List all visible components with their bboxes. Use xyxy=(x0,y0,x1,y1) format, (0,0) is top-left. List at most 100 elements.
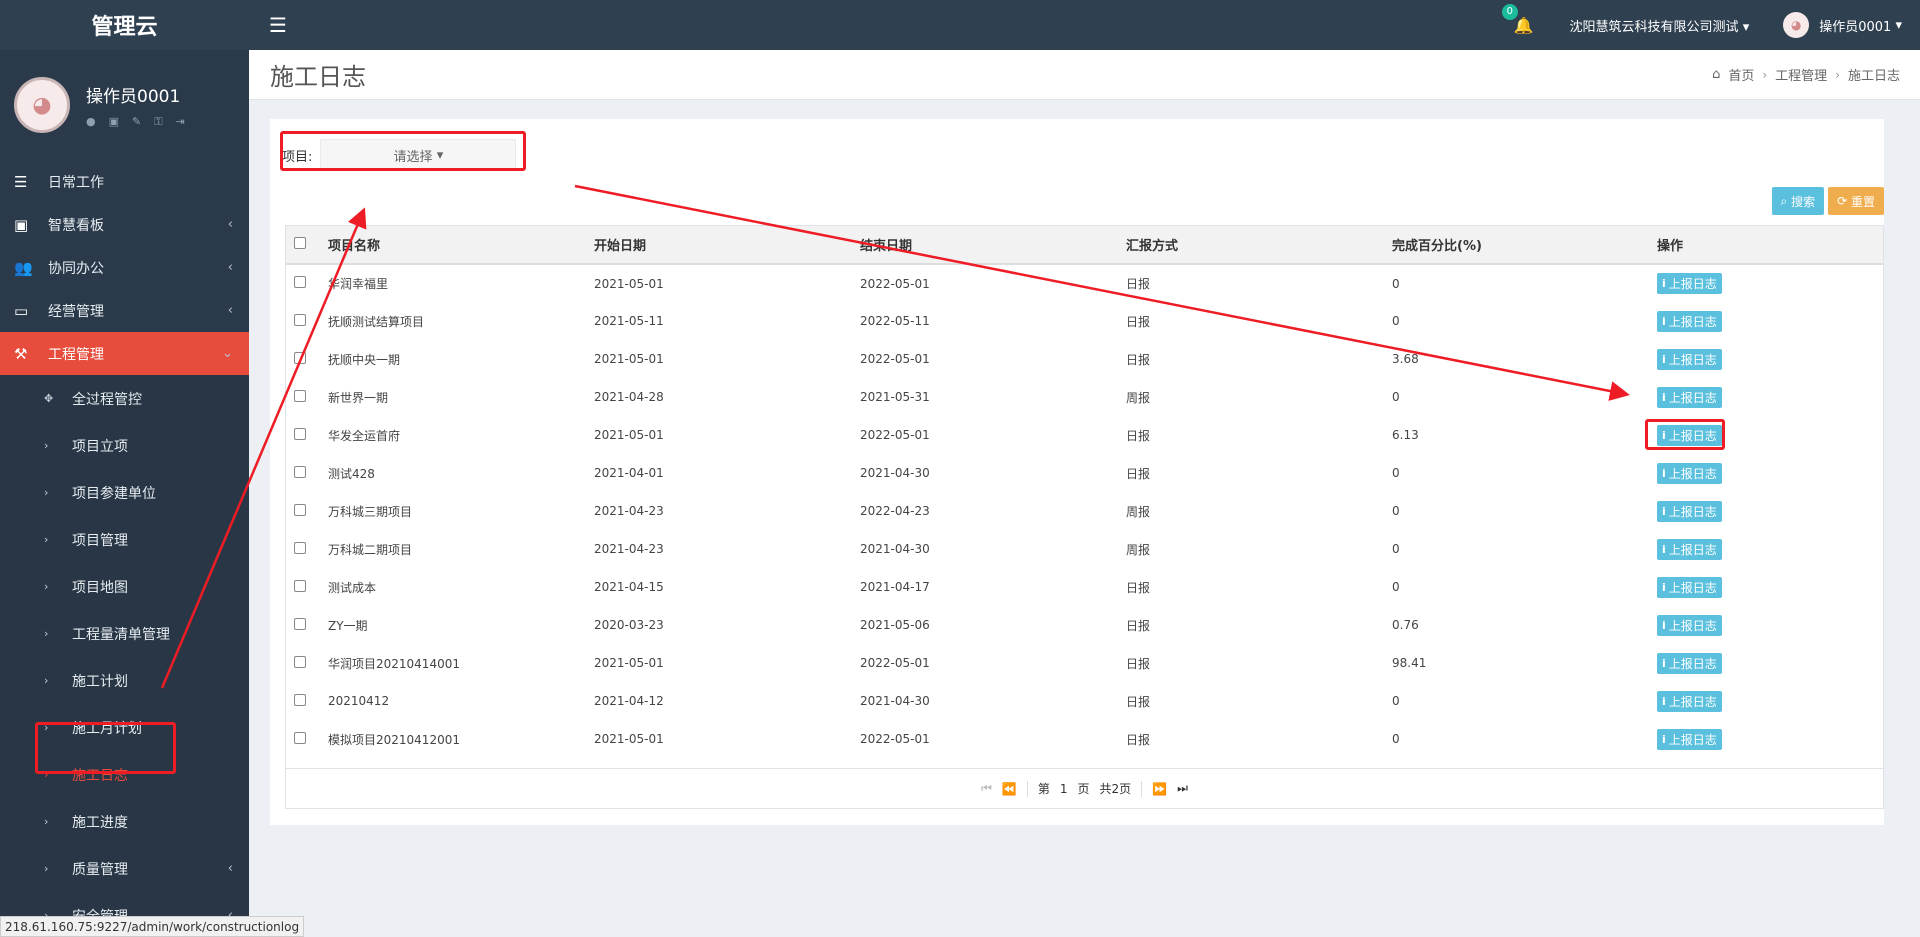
profile-icon[interactable]: ● xyxy=(86,115,96,129)
sidebar-item-3[interactable]: ▭ 经营管理 ‹ xyxy=(0,289,249,332)
sidebar-item-0[interactable]: ☰ 日常工作 xyxy=(0,160,249,203)
header-report-mode[interactable]: 汇报方式 xyxy=(1126,226,1392,265)
action-buttons: ⌕ 搜索 ⟳ 重置 xyxy=(1771,187,1884,215)
breadcrumb-home[interactable]: 首页 xyxy=(1728,65,1754,84)
report-log-button[interactable]: i 上报日志 xyxy=(1657,500,1722,522)
sidebar-subitem-2[interactable]: › 项目参建单位 xyxy=(0,469,249,516)
key-icon[interactable]: ⚿ xyxy=(154,115,162,129)
logout-icon[interactable]: ⇥ xyxy=(176,115,185,129)
project-name-cell: 抚顺中央一期 xyxy=(328,352,401,367)
next-page-icon[interactable]: ⏩ xyxy=(1152,782,1167,796)
report-log-button[interactable]: i 上报日志 xyxy=(1657,576,1722,598)
sidebar-subitem-6[interactable]: › 施工计划 xyxy=(0,657,249,704)
table-row: 华润项目20210414001 2021-05-01 2022-05-01 日报 98.… xyxy=(286,644,1883,682)
row-checkbox[interactable] xyxy=(294,313,306,326)
sidebar-subitem-3[interactable]: › 项目管理 xyxy=(0,516,249,563)
report-log-button[interactable]: i 上报日志 xyxy=(1657,652,1722,674)
sidebar-subitem-4[interactable]: › 项目地图 xyxy=(0,563,249,610)
report-log-button[interactable]: i 上报日志 xyxy=(1657,728,1722,750)
row-checkbox[interactable] xyxy=(294,541,306,554)
notification-bell-icon[interactable]: 🔔 0 xyxy=(1501,3,1534,35)
page-prefix: 第 xyxy=(1037,782,1050,796)
row-checkbox[interactable] xyxy=(294,617,306,630)
annotation-box-report-button xyxy=(1645,419,1725,450)
breadcrumb-project[interactable]: 工程管理 xyxy=(1775,65,1827,84)
sidebar-subitem-10[interactable]: › 质量管理 ‹ xyxy=(0,845,249,892)
project-name-cell: 模拟项目20210412001 xyxy=(328,732,460,747)
row-checkbox[interactable] xyxy=(294,276,306,288)
row-checkbox[interactable] xyxy=(294,693,306,706)
sidebar-subitem-label: 项目参建单位 xyxy=(72,485,156,502)
report-log-button[interactable]: i 上报日志 xyxy=(1657,386,1722,408)
project-name-cell: 华润幸福里 xyxy=(328,277,389,291)
header-completion[interactable]: 完成百分比(%) xyxy=(1392,226,1657,265)
report-mode-cell: 日报 xyxy=(1126,732,1151,747)
sidebar-subitem-0[interactable]: ✥ 全过程管控 xyxy=(0,375,249,422)
last-page-icon[interactable]: ⏭ xyxy=(1177,781,1188,796)
row-checkbox[interactable] xyxy=(294,579,306,592)
header-start-date[interactable]: 开始日期 xyxy=(594,226,860,265)
table-row: 华发全运首府 2021-05-01 2022-05-01 日报 6.13 i 上报日志 xyxy=(286,416,1883,454)
reset-button[interactable]: ⟳ 重置 xyxy=(1828,187,1884,215)
row-checkbox[interactable] xyxy=(294,351,306,364)
page-suffix: 页 xyxy=(1077,782,1090,796)
report-log-label: 上报日志 xyxy=(1668,390,1717,405)
completion-cell: 0 xyxy=(1392,732,1400,746)
search-button[interactable]: ⌕ 搜索 xyxy=(1771,187,1825,215)
sidebar-item-label: 工程管理 xyxy=(48,346,104,363)
report-mode-cell: 周报 xyxy=(1126,390,1151,405)
header-end-date[interactable]: 结束日期 xyxy=(860,226,1126,265)
sidebar-item-2[interactable]: 👥 协同办公 ‹ xyxy=(0,246,249,289)
row-checkbox[interactable] xyxy=(294,465,306,478)
report-log-button[interactable]: i 上报日志 xyxy=(1657,462,1722,484)
end-date-cell: 2021-04-17 xyxy=(860,580,930,594)
report-mode-cell: 日报 xyxy=(1126,694,1151,709)
page-number-input[interactable]: 1 xyxy=(1060,782,1068,796)
home-icon: ⌂ xyxy=(1712,67,1721,82)
action-cell: i 上报日志 xyxy=(1657,492,1883,530)
row-checkbox[interactable] xyxy=(294,389,306,402)
project-name-cell: ZY一期 xyxy=(328,618,368,633)
chevron-right-icon: › xyxy=(44,439,49,452)
report-log-button[interactable]: i 上报日志 xyxy=(1657,614,1722,636)
report-mode-cell: 日报 xyxy=(1126,618,1151,633)
report-log-button[interactable]: i 上报日志 xyxy=(1657,273,1722,294)
select-all-checkbox[interactable] xyxy=(294,236,306,249)
prev-page-icon[interactable]: ⏪ xyxy=(1002,782,1017,796)
sidebar-subnav: ✥ 全过程管控 › 项目立项 › 项目参建单位 › 项目管理 › 项目地图 › 工程量清单管理 › 施工计… xyxy=(0,375,249,937)
info-icon: i xyxy=(1662,656,1666,670)
top-user-name: 操作员0001 xyxy=(1819,19,1892,35)
report-log-button[interactable]: i 上报日志 xyxy=(1657,348,1722,370)
photo-icon[interactable]: ▣ xyxy=(109,115,119,129)
action-cell: i 上报日志 xyxy=(1657,302,1883,340)
header-project-name[interactable]: 项目名称 xyxy=(328,226,594,265)
menu-toggle-icon[interactable]: ☰ xyxy=(269,13,287,37)
row-checkbox[interactable] xyxy=(294,427,306,440)
sidebar-subitem-label: 项目立项 xyxy=(72,438,128,455)
report-mode-cell: 日报 xyxy=(1126,314,1151,329)
company-dropdown[interactable]: 沈阳慧筑云科技有限公司测试 ▾ xyxy=(1570,16,1750,35)
sidebar-subitem-5[interactable]: › 工程量清单管理 xyxy=(0,610,249,657)
sidebar-subitem-1[interactable]: › 项目立项 xyxy=(0,422,249,469)
sidebar-item-1[interactable]: ▣ 智慧看板 ‹ xyxy=(0,203,249,246)
sidebar-item-4[interactable]: ⚒ 工程管理 ⌄ xyxy=(0,332,249,375)
sidebar-item-label: 协同办公 xyxy=(48,260,104,277)
row-checkbox[interactable] xyxy=(294,503,306,516)
report-log-button[interactable]: i 上报日志 xyxy=(1657,310,1722,332)
page-total: 共2页 xyxy=(1099,782,1132,796)
row-checkbox[interactable] xyxy=(294,655,306,668)
completion-cell: 98.41 xyxy=(1392,656,1427,670)
start-date-cell: 2021-05-01 xyxy=(594,352,664,366)
edit-icon[interactable]: ✎ xyxy=(132,115,141,129)
action-cell: i 上报日志 xyxy=(1657,644,1883,682)
report-log-button[interactable]: i 上报日志 xyxy=(1657,538,1722,560)
sidebar-item-label: 经营管理 xyxy=(48,303,104,320)
user-avatar[interactable]: ◕ xyxy=(14,77,70,133)
sidebar-subitem-label: 项目地图 xyxy=(72,579,128,596)
sidebar-subitem-9[interactable]: › 施工进度 xyxy=(0,798,249,845)
report-log-button[interactable]: i 上报日志 xyxy=(1657,690,1722,712)
refresh-icon: ⟳ xyxy=(1837,194,1848,208)
row-checkbox[interactable] xyxy=(294,731,306,744)
user-dropdown[interactable]: ◕ 操作员0001 ▾ xyxy=(1783,12,1902,38)
first-page-icon[interactable]: ⏮ xyxy=(981,781,992,796)
